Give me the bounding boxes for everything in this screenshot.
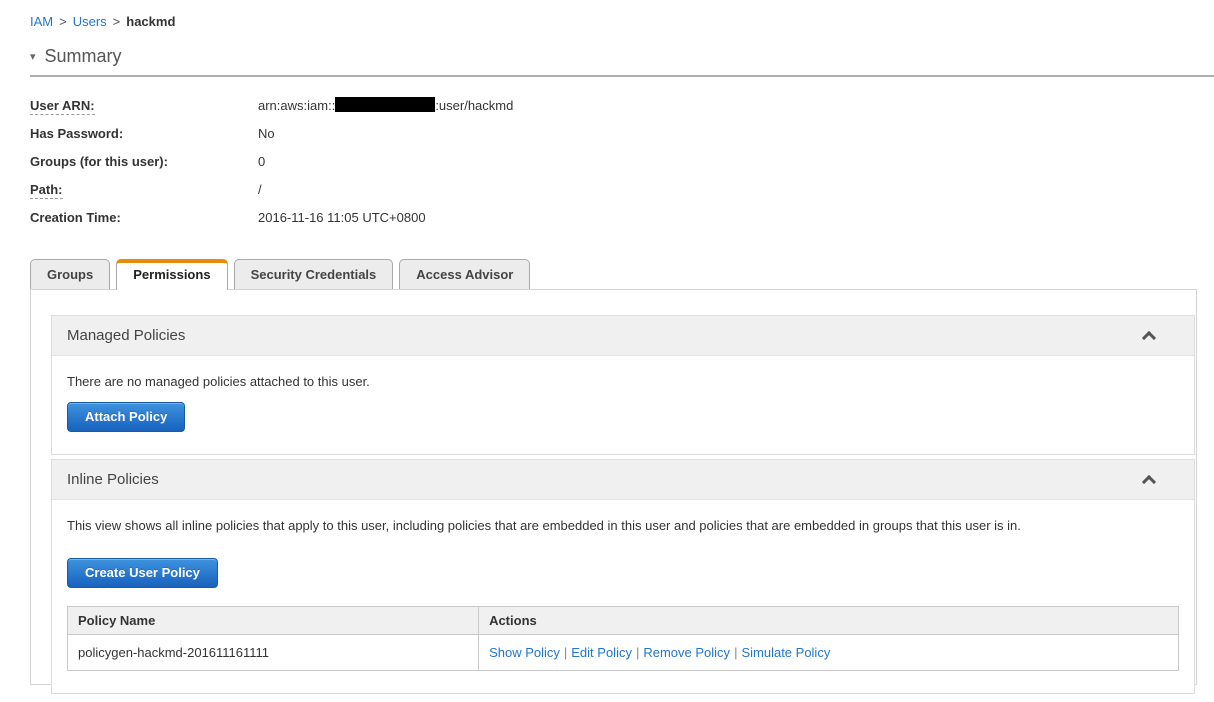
chevron-up-icon[interactable] <box>1141 474 1157 490</box>
breadcrumb-separator: > <box>112 14 121 29</box>
breadcrumb-link-users[interactable]: Users <box>73 14 107 29</box>
field-row-groups-count: Groups (for this user): 0 <box>30 153 1214 170</box>
action-separator: | <box>563 645 568 660</box>
tab-security-credentials[interactable]: Security Credentials <box>233 259 394 289</box>
managed-policies-section: Managed Policies There are no managed po… <box>51 315 1195 455</box>
policy-name-cell: policygen-hackmd-201611161111 <box>66 634 480 671</box>
iam-user-detail-page: IAM > Users > hackmd ▾ Summary User ARN: arn:… <box>0 0 1214 694</box>
field-row-creation-time: Creation Time: 2016-11-16 11:05 UTC+0800 <box>30 209 1214 226</box>
inline-policies-title: Inline Policies <box>67 471 159 488</box>
triangle-down-icon: ▾ <box>30 51 36 63</box>
creation-time-value: 2016-11-16 11:05 UTC+0800 <box>258 210 426 225</box>
path-value: / <box>258 182 262 197</box>
field-row-user-arn: User ARN: arn:aws:iam:::user/hackmd <box>30 97 1214 115</box>
groups-count-label: Groups (for this user): <box>30 154 168 169</box>
action-separator: | <box>734 645 738 660</box>
inline-policies-body: This view shows all inline policies that… <box>52 500 1194 693</box>
arn-prefix: arn:aws:iam:: <box>258 98 336 113</box>
arn-suffix: :user/hackmd <box>435 98 514 113</box>
create-user-policy-button[interactable]: Create User Policy <box>67 558 218 588</box>
show-policy-link[interactable]: Show Policy <box>489 645 560 660</box>
inline-policies-table: Policy Name Actions policygen-hackmd-201… <box>66 606 1179 671</box>
summary-section-toggle[interactable]: ▾ Summary <box>30 46 1214 67</box>
tab-access-advisor[interactable]: Access Advisor <box>399 259 531 289</box>
simulate-policy-link[interactable]: Simulate Policy <box>741 645 830 660</box>
managed-policies-title: Managed Policies <box>67 327 186 344</box>
remove-policy-link[interactable]: Remove Policy <box>643 645 730 660</box>
table-row: policygen-hackmd-201611161111 Show Polic… <box>66 634 1179 671</box>
chevron-up-icon[interactable] <box>1141 330 1157 346</box>
inline-policies-section: Inline Policies This view shows all inli… <box>51 459 1195 694</box>
breadcrumb-current-user: hackmd <box>126 14 176 29</box>
edit-policy-link[interactable]: Edit Policy <box>571 645 632 660</box>
has-password-label: Has Password: <box>30 126 124 141</box>
breadcrumb-link-iam[interactable]: IAM <box>30 14 53 29</box>
inline-policies-description: This view shows all inline policies that… <box>67 518 1021 533</box>
has-password-value: No <box>258 126 275 141</box>
action-separator: | <box>635 645 640 660</box>
inline-policies-header: Inline Policies <box>52 460 1194 500</box>
tab-bar: Groups Permissions Security Credentials … <box>30 259 1214 290</box>
managed-policies-body: There are no managed policies attached t… <box>52 356 1194 454</box>
permissions-tab-panel: Managed Policies There are no managed po… <box>30 289 1197 694</box>
redacted-account-id <box>335 97 436 112</box>
policy-name-column-header: Policy Name <box>66 606 480 635</box>
table-header-row: Policy Name Actions <box>66 606 1179 635</box>
field-row-has-password: Has Password: No <box>30 125 1214 142</box>
path-label: Path: <box>30 182 63 199</box>
tab-permissions[interactable]: Permissions <box>116 259 228 290</box>
tab-groups[interactable]: Groups <box>30 259 111 289</box>
actions-column-header: Actions <box>478 606 1179 635</box>
creation-time-label: Creation Time: <box>30 210 121 225</box>
actions-cell: Show Policy | Edit Policy | Remove Policy | Si… <box>478 634 1179 671</box>
summary-divider <box>30 75 1214 77</box>
breadcrumb: IAM > Users > hackmd <box>0 0 1214 29</box>
user-arn-value: arn:aws:iam:::user/hackmd <box>258 97 513 114</box>
summary-title: Summary <box>44 46 122 66</box>
summary-fields: User ARN: arn:aws:iam:::user/hackmd Has … <box>30 97 1214 226</box>
field-row-path: Path: / <box>30 181 1214 199</box>
attach-policy-button[interactable]: Attach Policy <box>67 402 186 432</box>
user-arn-label: User ARN: <box>30 98 95 115</box>
managed-policies-header: Managed Policies <box>52 316 1194 356</box>
groups-count-value: 0 <box>258 154 266 169</box>
breadcrumb-separator: > <box>59 14 67 29</box>
managed-policies-empty-message: There are no managed policies attached t… <box>67 374 370 389</box>
